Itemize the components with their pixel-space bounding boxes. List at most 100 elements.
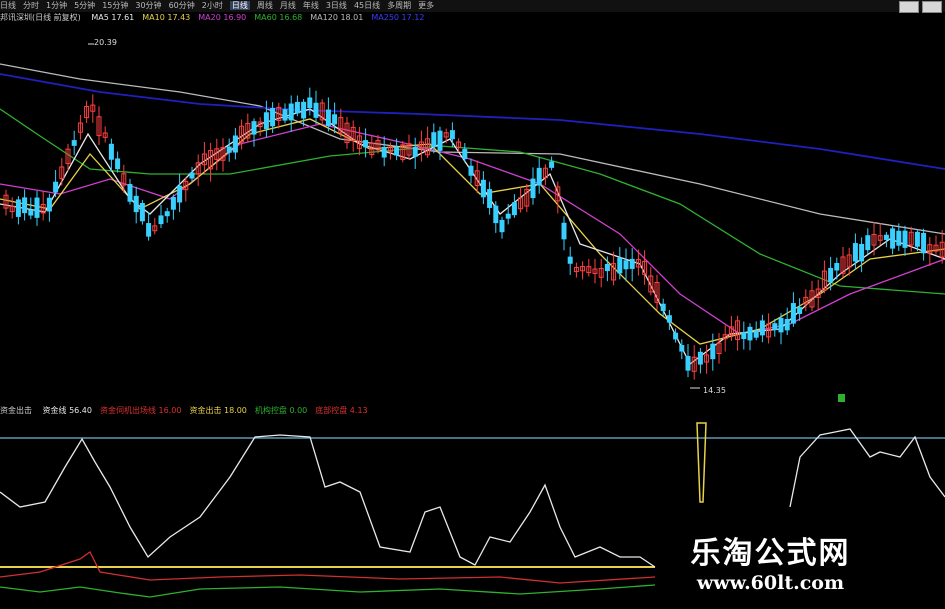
candle-body [332,114,338,125]
period-tab[interactable]: 日线 [229,1,250,10]
candle-body [623,260,629,270]
candle-body [828,267,834,283]
period-tab[interactable]: 更多 [418,1,434,10]
candle-body [561,222,567,240]
candle-body [363,140,369,148]
candle-body [115,158,121,170]
period-tab[interactable]: 2小时 [202,1,223,10]
candle-body [394,146,400,156]
candle-body [170,197,176,210]
candle-body [797,307,803,314]
candle-body [282,109,288,121]
candle-body [852,243,858,262]
period-tab[interactable]: 多周期 [387,1,411,10]
indicator-legend-item: 底部控盘 4.13 [315,406,368,415]
candle-body [158,215,164,225]
ma250-line [0,73,945,170]
signal-marker [838,394,845,402]
indicator-title: 资金出击 [0,406,32,415]
candle-body [301,101,307,119]
ma-legend-item: MA10 17.43 [142,13,191,22]
candle-body [28,209,34,216]
candle-body [480,179,486,198]
candle-body [313,102,319,118]
candle-body [226,146,232,153]
candle-body [865,235,871,251]
candle-body [22,197,28,214]
candle-body [189,172,195,179]
candle-body [108,143,114,160]
candle-body [437,130,443,151]
main-chart-legend: 邦讯深圳(日线 前复权) MA5 17.61 MA10 17.43 MA20 16.… [0,12,945,24]
candle-body [530,178,536,199]
indicator-legend-item: 资金线 56.40 [42,406,92,415]
ma60-line [0,108,945,295]
period-tab[interactable]: 1分钟 [46,1,67,10]
candle-body [232,135,238,153]
period-tab[interactable]: 60分钟 [169,1,195,10]
period-tab[interactable]: 5分钟 [74,1,95,10]
candle-body [666,315,672,323]
candle-body [53,181,59,193]
candle-body [381,146,387,158]
period-tab[interactable]: 分时 [23,1,39,10]
period-tab[interactable]: 日线 [0,1,16,10]
indicator-legend-item: 资金伺机出场线 16.00 [100,406,182,415]
chart-title: 邦讯深圳(日线 前复权) [0,13,81,22]
candle-body [902,230,908,248]
candle-body [629,258,635,269]
period-tab[interactable]: 月线 [280,1,296,10]
candle-body [536,167,542,186]
ma-legend-item: MA60 16.68 [254,13,303,22]
candle-body [294,101,300,114]
period-tab[interactable]: 30分钟 [135,1,161,10]
ma-legend-item: MA20 16.90 [198,13,247,22]
high-price-label: 20.39 [94,38,117,47]
candle-body [71,140,77,146]
ma-legend-item: MA120 18.01 [310,13,364,22]
capital-line [0,434,656,568]
period-tab[interactable]: 周线 [257,1,273,10]
candle-body [604,264,610,272]
period-tab[interactable]: 3日线 [326,1,347,10]
ma20-line [0,123,945,335]
candle-body [549,161,555,168]
candle-body [15,199,21,217]
candle-body [164,211,170,217]
watermark-title: 乐淘公式网 [690,536,851,571]
period-tab[interactable]: 年线 [303,1,319,10]
candle-body [697,351,703,365]
candle-body [834,263,840,271]
candle-body [896,230,902,246]
candle-body [505,213,511,219]
candle-body [890,228,896,249]
candle-body [747,326,753,341]
candlestick-chart[interactable] [0,24,945,404]
candle-body [34,197,40,218]
period-tab[interactable]: 15分钟 [102,1,128,10]
capital-line-recent [789,428,945,508]
candle-body [46,197,52,212]
candle-body [772,323,778,331]
candle-body [499,219,505,233]
candle-body [567,256,573,264]
candle-body [617,257,623,274]
candle-body [921,232,927,254]
low-price-label: 14.35 [703,386,726,395]
candle-body [325,109,331,127]
candle-body [449,130,455,140]
candle-body [914,231,920,247]
period-tab[interactable]: 45日线 [354,1,380,10]
candle-body [784,318,790,331]
candle-body [778,317,784,333]
period-toolbar: 日线 分时 1分钟 5分钟 15分钟 30分钟 60分钟 2小时 日线 周线 月线 年线 3日线 45日线… [0,0,945,12]
candle-body [263,112,269,130]
candle-body [288,103,294,121]
candle-body [660,303,666,312]
ma-legend-item: MA5 17.61 [91,13,135,22]
candle-body [685,355,691,371]
candle-body [673,332,679,340]
indicator-legend-item: 资金出击 18.00 [189,406,247,415]
indicator-legend-item: 机构控盘 0.00 [254,406,308,415]
candle-body [741,332,747,340]
